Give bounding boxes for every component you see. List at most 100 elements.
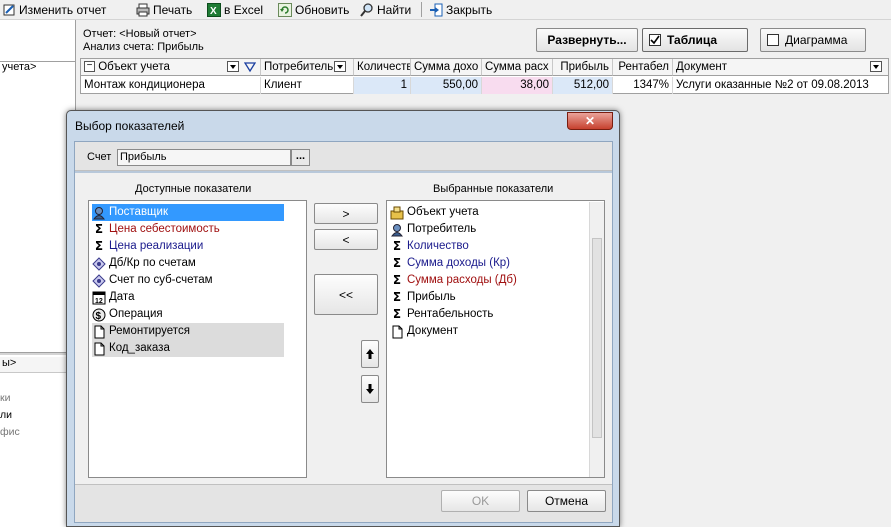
edit-report-label: Изменить отчет xyxy=(19,2,107,17)
collapse-icon[interactable]: − xyxy=(84,61,95,73)
available-list-item[interactable]: Σ Цена реализации xyxy=(92,238,203,255)
selected-list-item[interactable]: Σ Прибыль xyxy=(390,289,456,306)
account-label: Счет xyxy=(87,151,112,163)
selected-list-item-label: Сумма расходы (Дб) xyxy=(407,274,517,286)
filter-icon[interactable] xyxy=(244,62,256,73)
scrollbar-track[interactable] xyxy=(589,202,604,477)
indicator-selection-dialog: Выбор показателей ✕ Счет Прибыль ... Дос… xyxy=(66,110,620,527)
report-grid: − Объект учета Потребитель Количество Су… xyxy=(80,58,889,94)
available-list-item[interactable]: Ремонтируется xyxy=(92,323,284,340)
calendar-icon: 12 xyxy=(92,291,106,305)
move-right-button[interactable]: > xyxy=(314,203,378,224)
selected-list-item[interactable]: Объект учета xyxy=(390,204,479,221)
dialog-close-button[interactable]: ✕ xyxy=(567,112,613,130)
chart-checkbox[interactable] xyxy=(767,34,779,46)
available-list-item-label: Счет по суб-счетам xyxy=(109,274,213,286)
table-toggle[interactable]: Таблица xyxy=(642,28,748,52)
print-button[interactable]: Печать xyxy=(136,1,192,18)
selected-list[interactable]: Объект учета Потребитель Σ Количество Σ Сумма… xyxy=(386,200,605,478)
available-list-item[interactable]: Поставщик xyxy=(92,204,284,221)
bottom-item-3[interactable]: фис xyxy=(0,426,20,438)
move-up-button[interactable] xyxy=(361,340,379,368)
column-header-expense[interactable]: Сумма расх xyxy=(482,59,553,76)
chevron-down-icon[interactable] xyxy=(227,61,239,72)
selected-list-item[interactable]: Σ Рентабельность xyxy=(390,306,493,323)
column-header-object[interactable]: − Объект учета xyxy=(81,59,261,76)
cell-income[interactable]: 550,00 xyxy=(411,77,482,94)
document-icon xyxy=(92,325,106,339)
ok-button[interactable]: OK xyxy=(441,490,520,512)
svg-text:$: $ xyxy=(96,311,102,322)
selected-list-item[interactable]: Σ Сумма доходы (Кр) xyxy=(390,255,510,272)
bottom-pane-header[interactable]: ы> xyxy=(0,357,75,373)
selected-list-item-label: Прибыль xyxy=(407,291,456,303)
selected-list-item[interactable]: Σ Сумма расходы (Дб) xyxy=(390,272,517,289)
sigma-icon: Σ xyxy=(392,307,402,321)
edit-report-button[interactable]: Изменить отчет xyxy=(2,1,106,18)
available-list-item-label: Ремонтируется xyxy=(109,325,190,337)
selected-list-item[interactable]: Σ Количество xyxy=(390,238,469,255)
print-label: Печать xyxy=(153,2,193,17)
cell-consumer[interactable]: Клиент xyxy=(261,77,354,94)
move-left-button[interactable]: < xyxy=(314,229,378,250)
find-label: Найти xyxy=(377,2,412,17)
column-header-profitability[interactable]: Рентабел xyxy=(613,59,673,76)
bottom-item-1[interactable]: ки xyxy=(0,392,10,404)
bottom-item-2[interactable]: ли xyxy=(0,409,12,421)
edit-report-icon xyxy=(2,3,16,17)
available-list-item[interactable]: Код_заказа xyxy=(92,340,284,357)
column-header-document[interactable]: Документ xyxy=(673,59,888,76)
column-header-quantity[interactable]: Количество xyxy=(354,59,411,76)
selected-list-item-label: Рентабельность xyxy=(407,308,494,320)
move-down-button[interactable] xyxy=(361,375,379,403)
chart-toggle[interactable]: Диаграмма xyxy=(760,28,866,52)
cancel-button[interactable]: Отмена xyxy=(527,490,606,512)
excel-icon: X xyxy=(207,2,221,17)
excel-button[interactable]: X в Excel xyxy=(207,1,263,18)
account-browse-button[interactable]: ... xyxy=(291,149,310,166)
close-icon: ✕ xyxy=(584,114,596,128)
column-header-income[interactable]: Сумма дохо xyxy=(411,59,482,76)
account-field[interactable]: Прибыль xyxy=(117,149,291,166)
move-all-left-button[interactable]: << xyxy=(314,274,378,315)
cell-object[interactable]: Монтаж кондиционера xyxy=(81,77,261,94)
scrollbar-thumb[interactable] xyxy=(592,238,602,438)
printer-icon xyxy=(136,3,150,17)
refresh-button[interactable]: Обновить xyxy=(278,1,349,18)
arrow-down-icon xyxy=(366,384,374,394)
dialog-body: Счет Прибыль ... Доступные показатели Вы… xyxy=(74,141,613,523)
tree-item-top[interactable]: учета> xyxy=(2,61,36,73)
available-header: Доступные показатели xyxy=(135,183,252,195)
cell-profitability[interactable]: 1347% xyxy=(613,77,673,94)
column-header-consumer[interactable]: Потребитель xyxy=(261,59,354,76)
table-checkbox[interactable] xyxy=(649,34,661,46)
available-list[interactable]: Поставщик Σ Цена себестоимость Σ Цена реализ… xyxy=(88,200,307,478)
selected-list-item[interactable]: Потребитель xyxy=(390,221,476,238)
find-button[interactable]: Найти xyxy=(360,1,411,18)
pane-splitter[interactable] xyxy=(0,352,75,355)
column-header-label: Объект учета xyxy=(98,61,170,73)
analysis-account: Анализ счета: Прибыль xyxy=(83,41,204,53)
chevron-down-icon[interactable] xyxy=(870,61,882,72)
cell-quantity[interactable]: 1 xyxy=(354,77,411,94)
sigma-icon: Σ xyxy=(392,239,402,253)
sigma-icon: Σ xyxy=(94,222,104,236)
sigma-icon: Σ xyxy=(392,290,402,304)
available-list-item[interactable]: $ Операция xyxy=(92,306,163,323)
operation-icon: $ xyxy=(92,308,106,322)
excel-label: в Excel xyxy=(224,2,264,17)
cell-profit[interactable]: 512,00 xyxy=(553,77,613,94)
available-list-item[interactable]: 12 Дата xyxy=(92,289,134,306)
close-button[interactable]: Закрыть xyxy=(429,1,492,18)
available-list-item[interactable]: Дб/Кр по счетам xyxy=(92,255,196,272)
cell-expense[interactable]: 38,00 xyxy=(482,77,553,94)
available-list-item[interactable]: Σ Цена себестоимость xyxy=(92,221,220,238)
column-header-profit[interactable]: Прибыль xyxy=(553,59,613,76)
toolbar-separator xyxy=(421,2,422,17)
selected-list-item[interactable]: Документ xyxy=(390,323,458,340)
expand-button[interactable]: Развернуть... xyxy=(536,28,638,52)
chevron-down-icon[interactable] xyxy=(334,61,346,72)
chart-label: Диаграмма xyxy=(785,33,848,47)
available-list-item[interactable]: Счет по суб-счетам xyxy=(92,272,213,289)
cell-document[interactable]: Услуги оказанные №2 от 09.08.2013 xyxy=(673,77,888,94)
